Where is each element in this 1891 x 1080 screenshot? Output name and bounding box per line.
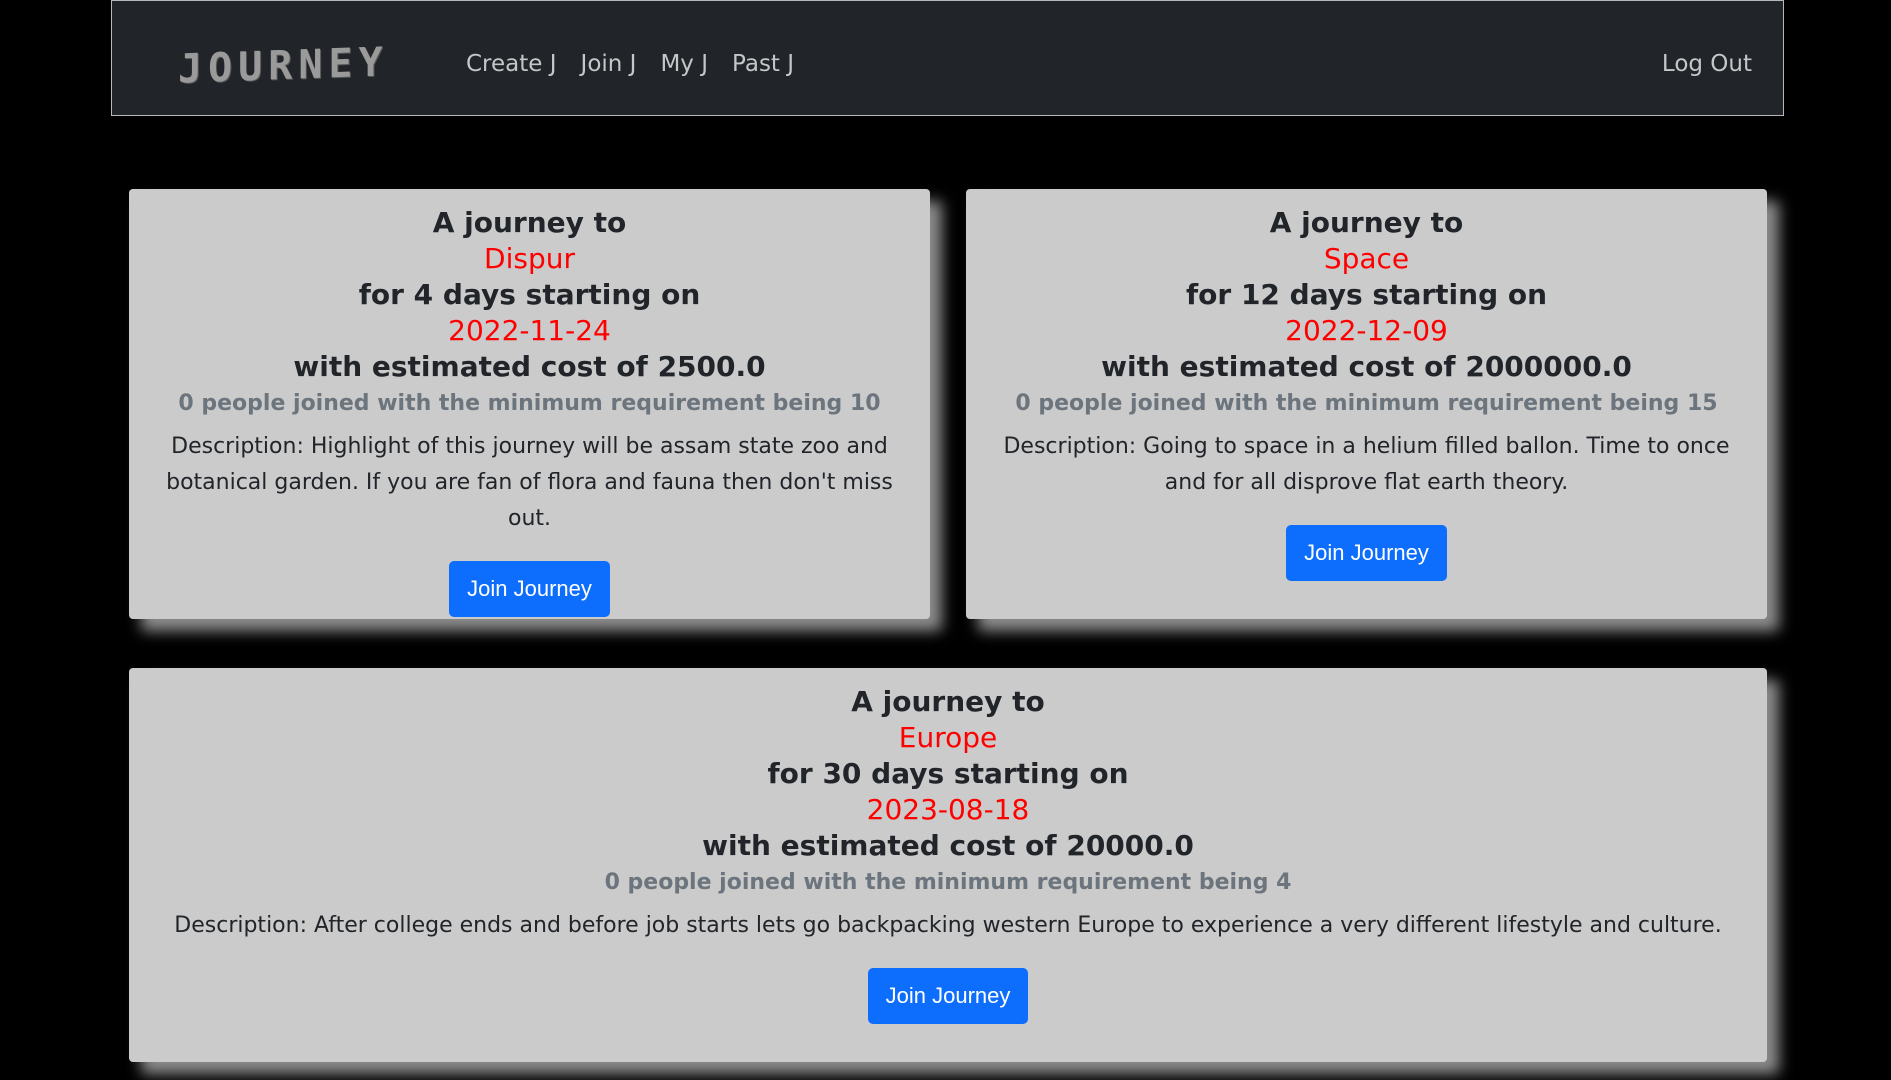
journey-destination: Dispur <box>484 242 575 275</box>
journey-description: Description: Going to space in a helium … <box>1003 434 1730 495</box>
top-navbar: JOURNEY Create J Join J My J Past J Log … <box>111 0 1784 116</box>
journey-prefix: A journey to <box>851 685 1045 718</box>
journey-cost: with estimated cost of 20000.0 <box>702 829 1194 862</box>
journey-start-date: 2022-11-24 <box>448 314 611 347</box>
join-journey-button[interactable]: Join Journey <box>867 968 1029 1024</box>
nav-my-journeys[interactable]: My J <box>660 51 708 77</box>
journey-joined-count: 0 people joined with the minimum require… <box>178 391 881 416</box>
journey-duration: for 12 days starting on <box>1185 278 1548 311</box>
journey-duration: for 30 days starting on <box>767 757 1129 790</box>
journey-joined-count: 0 people joined with the minimum require… <box>604 870 1292 895</box>
journey-card: A journey to Europe for 30 days starting… <box>129 668 1767 1062</box>
journey-prefix: A journey to <box>432 206 627 239</box>
journey-destination: Space <box>1323 242 1410 275</box>
nav-links: Create J Join J My J Past J <box>466 51 794 77</box>
journey-duration: for 4 days starting on <box>358 278 701 311</box>
brand-logo[interactable]: JOURNEY <box>178 39 389 92</box>
journey-card: A journey to Space for 12 days starting … <box>966 189 1767 619</box>
journey-cost: with estimated cost of 2000000.0 <box>1101 350 1632 383</box>
journey-description: Description: After college ends and befo… <box>174 913 1722 938</box>
journey-card: A journey to Dispur for 4 days starting … <box>129 189 930 619</box>
journey-start-date: 2022-12-09 <box>1285 314 1448 347</box>
nav-past-journeys[interactable]: Past J <box>732 51 794 77</box>
journey-cost: with estimated cost of 2500.0 <box>293 350 766 383</box>
nav-join-journey[interactable]: Join J <box>581 51 637 77</box>
join-journey-button[interactable]: Join Journey <box>1286 525 1447 581</box>
nav-create-journey[interactable]: Create J <box>466 51 557 77</box>
join-journey-button[interactable]: Join Journey <box>449 561 610 617</box>
logout-link[interactable]: Log Out <box>1662 51 1752 77</box>
journey-start-date: 2023-08-18 <box>866 793 1030 826</box>
journey-description: Description: Highlight of this journey w… <box>166 434 893 531</box>
journey-prefix: A journey to <box>1269 206 1464 239</box>
journey-destination: Europe <box>898 721 998 754</box>
journey-joined-count: 0 people joined with the minimum require… <box>1015 391 1718 416</box>
